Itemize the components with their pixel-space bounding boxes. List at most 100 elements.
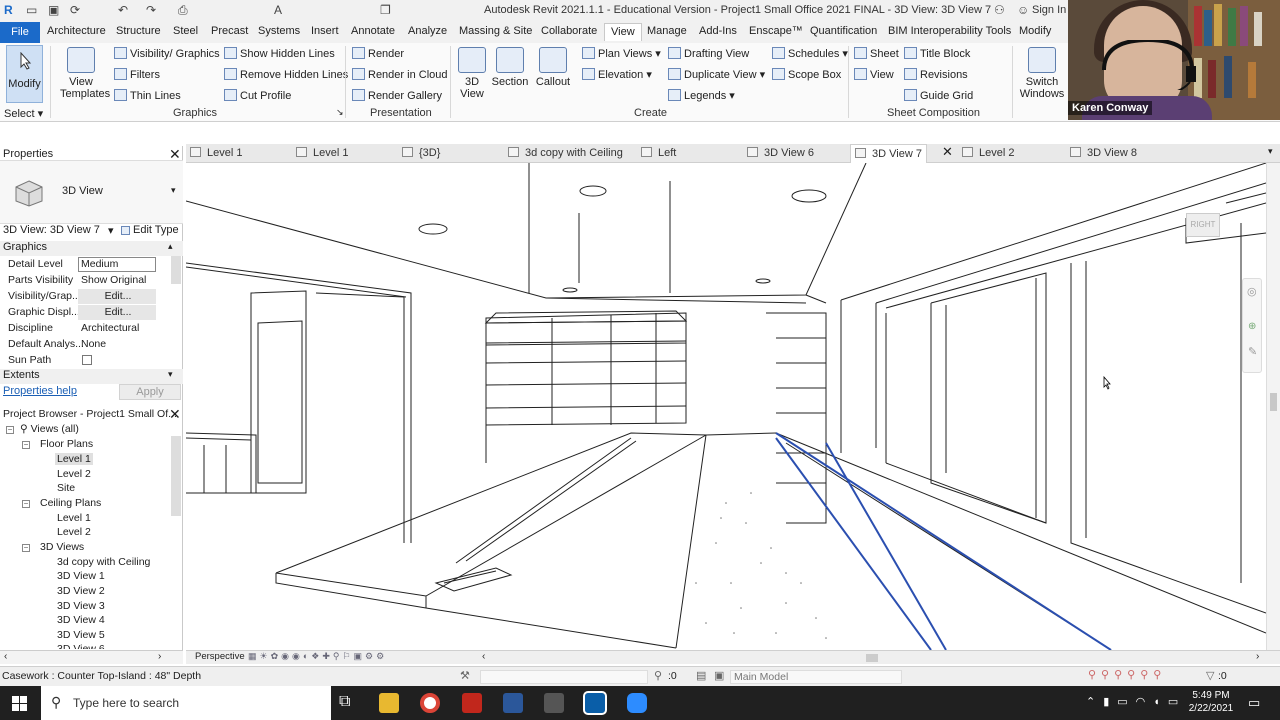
- tab-file[interactable]: File: [0, 22, 40, 43]
- view-cube[interactable]: RIGHT: [1186, 213, 1220, 237]
- tree-ceiling-plans[interactable]: Ceiling Plans: [40, 497, 101, 509]
- sheet-button[interactable]: Sheet: [854, 47, 899, 60]
- graphics-panel-launcher-icon[interactable]: ↘: [336, 107, 344, 118]
- tree-views-all[interactable]: ⚲ Views (all): [20, 423, 79, 435]
- callout-button[interactable]: Callout: [535, 47, 571, 88]
- steering-wheel-icon[interactable]: ◎: [1247, 285, 1257, 298]
- revisions-button[interactable]: Revisions: [904, 68, 968, 81]
- chevron-left-icon[interactable]: ‹: [482, 651, 485, 662]
- duplicate-view-button[interactable]: Duplicate View ▾: [668, 68, 765, 81]
- section-button[interactable]: Section: [491, 47, 529, 88]
- close-tab-icon[interactable]: ✕: [942, 144, 953, 160]
- view-tab-3d-copy[interactable]: 3d copy with Ceiling: [508, 147, 623, 159]
- acrobat-icon[interactable]: [462, 693, 482, 713]
- view-tab-3d-view-7[interactable]: 3D View 7: [850, 144, 927, 164]
- sign-in-link[interactable]: Sign In: [1032, 4, 1066, 16]
- photos-icon[interactable]: [544, 693, 564, 713]
- open-icon[interactable]: ▭: [26, 3, 37, 17]
- view-mode-label[interactable]: Perspective: [195, 651, 245, 662]
- selection-settings-icons[interactable]: ⚲⚲⚲⚲⚲⚲: [1088, 668, 1166, 681]
- tab-precast[interactable]: Precast: [211, 25, 248, 37]
- design-option-dropdown[interactable]: Main Model: [730, 670, 902, 684]
- legends-button[interactable]: Legends ▾: [668, 89, 735, 102]
- h-scroll-thumb[interactable]: [866, 654, 878, 662]
- notification-icon[interactable]: ▭: [1248, 695, 1260, 711]
- filter-icon[interactable]: ▽: [1206, 669, 1214, 682]
- switch-windows-icon[interactable]: ❐: [380, 3, 391, 17]
- tree-3d-views[interactable]: 3D Views: [40, 541, 84, 553]
- tab-enscape[interactable]: Enscape™: [749, 25, 803, 37]
- chevron-right-icon[interactable]: ›: [1256, 651, 1259, 662]
- tab-structure[interactable]: Structure: [116, 25, 161, 37]
- view-tab-level-1-ceiling[interactable]: Level 1: [296, 147, 348, 159]
- remove-hidden-lines-button[interactable]: Remove Hidden Lines: [224, 68, 348, 81]
- plan-views-button[interactable]: Plan Views ▾: [582, 47, 661, 60]
- worksets-icon[interactable]: ⚒: [460, 669, 470, 682]
- instance-selector[interactable]: 3D View: 3D View 7 ▾: [3, 224, 117, 240]
- collapse-icon[interactable]: −: [22, 500, 30, 508]
- scroll-thumb[interactable]: [1270, 393, 1277, 411]
- close-icon[interactable]: ✕: [169, 406, 181, 423]
- binoculars-icon[interactable]: ⚇: [994, 3, 1005, 17]
- orbit-icon[interactable]: ✎: [1248, 345, 1257, 358]
- view-tab-3d-view-8[interactable]: 3D View 8: [1070, 147, 1137, 159]
- view-tab-level-1[interactable]: Level 1: [190, 147, 242, 159]
- layers-icon[interactable]: ▣: [714, 669, 724, 682]
- view-tab-left[interactable]: Left: [641, 147, 676, 159]
- title-block-button[interactable]: Title Block: [904, 47, 970, 60]
- tab-add-ins[interactable]: Add-Ins: [699, 25, 737, 37]
- user-icon[interactable]: ☺: [1017, 3, 1029, 17]
- tab-steel[interactable]: Steel: [173, 25, 198, 37]
- view-control-icons[interactable]: ▦☀✿◉◉◐❖✚⚲⚐▣⚙⚙: [248, 651, 387, 662]
- prop-detail-level[interactable]: Detail Level Medium: [0, 257, 168, 273]
- tree-item-3d-view-2[interactable]: 3D View 2: [57, 585, 105, 597]
- text-icon[interactable]: A: [274, 3, 282, 17]
- revit-taskbar-icon[interactable]: [583, 691, 607, 715]
- tab-massing-site[interactable]: Massing & Site: [459, 25, 532, 37]
- browser-h-scrollbar[interactable]: ‹ ›: [0, 650, 183, 664]
- prop-parts-visibility[interactable]: Parts Visibility Show Original: [0, 273, 168, 289]
- workset-dropdown[interactable]: [480, 670, 648, 684]
- group-extents[interactable]: Extents ▾: [0, 369, 183, 384]
- undo-icon[interactable]: ↶: [118, 3, 128, 17]
- tree-item-level-1[interactable]: Level 1: [55, 453, 93, 465]
- filters-button[interactable]: Filters: [114, 68, 160, 81]
- redo-icon[interactable]: ↷: [146, 3, 156, 17]
- canvas-v-scrollbar[interactable]: [1266, 163, 1280, 650]
- tree-item-3d-view-5[interactable]: 3D View 5: [57, 629, 105, 641]
- prop-default-analysis[interactable]: Default Analys... None: [0, 337, 168, 353]
- chevron-left-icon[interactable]: ‹: [4, 651, 7, 662]
- cut-profile-button[interactable]: Cut Profile: [224, 89, 291, 102]
- group-graphics[interactable]: Graphics ▴: [0, 241, 183, 256]
- view-tab-level-2[interactable]: Level 2: [962, 147, 1014, 159]
- visibility-graphics-button[interactable]: Visibility/ Graphics: [114, 47, 220, 60]
- revit-logo-icon[interactable]: R: [4, 3, 13, 17]
- show-hidden-lines-button[interactable]: Show Hidden Lines: [224, 47, 335, 60]
- taskbar-clock[interactable]: 5:49 PM 2/22/2021: [1188, 689, 1234, 715]
- tab-quantification[interactable]: Quantification: [810, 25, 877, 37]
- tree-item-3d-view-6[interactable]: 3D View 6: [57, 643, 105, 649]
- system-tray-icons[interactable]: ⌃▮▭◠◖▭: [1086, 695, 1186, 708]
- sync-icon[interactable]: ⟳: [70, 3, 80, 17]
- render-button[interactable]: Render: [352, 47, 404, 60]
- tab-systems[interactable]: Systems: [258, 25, 300, 37]
- edit-type-button[interactable]: Edit Type: [121, 224, 179, 236]
- elevation-button[interactable]: Elevation ▾: [582, 68, 652, 81]
- tree-item-3d-view-4[interactable]: 3D View 4: [57, 614, 105, 626]
- taskbar-search[interactable]: ⚲ Type here to search: [41, 686, 331, 720]
- tab-collaborate[interactable]: Collaborate: [541, 25, 597, 37]
- zoom-icon[interactable]: ⊕: [1248, 321, 1256, 332]
- save-icon[interactable]: ▣: [48, 3, 59, 17]
- tab-insert[interactable]: Insert: [311, 25, 339, 37]
- 3d-view-canvas[interactable]: RIGHT ◎ ⊕ ✎: [186, 163, 1266, 650]
- prop-visibility-graphics[interactable]: Visibility/Grap... Edit...: [0, 289, 168, 305]
- print-icon[interactable]: ⎙: [178, 3, 188, 18]
- editable-icon[interactable]: ⚲: [654, 669, 662, 682]
- chevron-right-icon[interactable]: ›: [158, 651, 161, 662]
- tab-bim-interoperability[interactable]: BIM Interoperability Tools: [888, 25, 1011, 37]
- design-options-icon[interactable]: ▤: [696, 669, 706, 682]
- tree-item-ceiling-level-2[interactable]: Level 2: [57, 526, 91, 538]
- collapse-icon[interactable]: −: [6, 426, 14, 434]
- tree-item-ceiling-level-1[interactable]: Level 1: [57, 512, 91, 524]
- collapse-icon[interactable]: −: [22, 441, 30, 449]
